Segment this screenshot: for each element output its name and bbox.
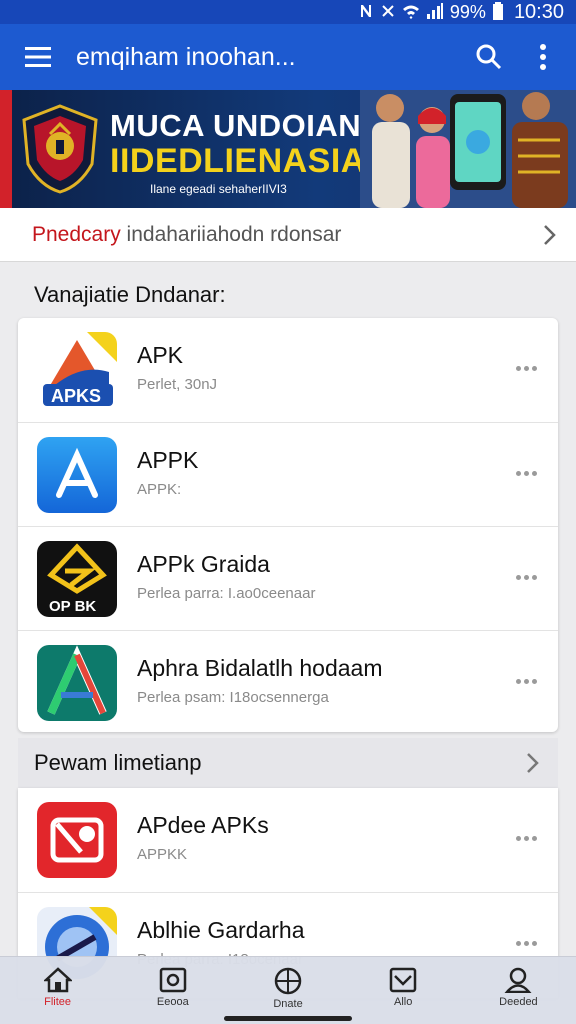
app-subtitle: Perlea parra: I.ao0ceenaar [137,585,316,602]
more-options-button[interactable] [512,463,540,483]
list-item[interactable]: Aphra Bidalatlh hodaam Perlea psam: I18o… [18,630,558,734]
hamburger-icon [25,47,51,67]
promo-row[interactable]: Pnedcary indahariiahodn rdonsar [0,208,576,262]
app-name: APdee APKs [137,812,269,838]
emblem-icon [22,104,98,194]
nav-item-home[interactable]: Flitee [0,957,115,1024]
nav-item-globe[interactable]: Dnate [230,957,345,1024]
app-subtitle: Perlea psam: I18ocsennerga [137,689,329,706]
search-button[interactable] [462,24,516,90]
banner-caption: Ilane egeadi sehaherIIVI3 [150,182,287,196]
app-subtitle: APPKK [137,846,188,863]
battery-percent: 99% [449,1,486,22]
app-name: Ablhie Gardarha [137,917,305,943]
nav-label: Allo [394,996,413,1008]
home-indicator[interactable] [224,1016,352,1021]
nav-item-photo[interactable]: Eeooa [115,957,230,1024]
app-name: APK [137,342,184,368]
more-vertical-icon [540,44,546,70]
svg-text:APKS: APKS [51,386,101,406]
promo-banner[interactable]: MUCA UNDOIAN IIDEDLIENASIA Ilane egeadi … [0,90,576,208]
signal-icon [426,2,444,22]
chevron-right-icon [524,224,576,246]
app-subtitle: APPK: [137,481,182,498]
app-name: APPk Graida [137,551,270,577]
promo-text: Pnedcary indahariiahodn rdonsar [32,223,524,247]
section-header[interactable]: Pewam limetianp [18,738,558,788]
app-store-icon [37,437,117,513]
red-badge-icon [37,802,117,878]
ap-bk-icon: OP BK [37,541,117,617]
mute-icon [380,3,396,22]
battery-icon [492,1,504,23]
banner-subheadline: IIDEDLIENASIA [110,142,366,180]
banner-stripe [0,90,12,208]
globe-icon [274,967,302,995]
nav-item-profile[interactable]: Deeded [461,957,576,1024]
list-item[interactable]: APKS APK Perlet, 30nJ [18,318,558,422]
app-bar: emqiham inoohan... [0,24,576,90]
status-bar: 99% 10:30 [0,0,576,24]
list-item[interactable]: APdee APKs APPKK [18,788,558,892]
promo-text-accent: Pnedcary [32,222,121,246]
nav-item-inbox[interactable]: Allo [346,957,461,1024]
app-title: emqiham inoohan... [76,42,296,71]
more-options-button[interactable] [512,358,540,378]
promo-text-rest: indahariiahodn rdonsar [120,222,342,246]
bottom-navigation: Flitee Eeooa Dnate Allo Deeded [0,956,576,1024]
wifi-icon [402,3,420,22]
nav-label: Deeded [499,996,538,1008]
nav-label: Dnate [273,998,303,1010]
section-title: Vanajiatie Dndanar: [34,282,226,307]
search-icon [476,44,502,70]
photo-icon [159,967,187,993]
apks-icon: APKS [37,332,117,408]
inbox-icon [389,967,417,993]
chevron-right-icon [508,752,558,774]
nfc-icon [358,3,374,22]
banner-headline: MUCA UNDOIAN [110,108,362,143]
more-options-button[interactable] [512,828,540,848]
app-subtitle: Perlet, 30nJ [137,376,218,393]
home-icon [43,967,72,993]
section-title: Pewam limetianp [34,750,202,775]
menu-button[interactable] [0,24,76,90]
svg-text:OP BK: OP BK [49,598,96,615]
app-name: Aphra Bidalatlh hodaam [137,655,383,681]
nav-label: Eeooa [156,996,189,1008]
overflow-menu-button[interactable] [516,24,570,90]
list-item[interactable]: APPK APPK: [18,422,558,526]
nav-label: Flitee [44,996,72,1008]
banner-people-illustration [360,90,576,208]
more-options-button[interactable] [512,933,540,953]
android-a-icon [37,645,117,721]
more-options-button[interactable] [512,671,540,691]
app-list-card: APKS APK Perlet, 30nJ APPK APPK: OP BK A… [18,318,558,732]
list-item[interactable]: OP BK APPk Graida Perlea parra: I.ao0cee… [18,526,558,630]
app-name: APPK [137,447,199,473]
profile-icon [504,967,532,993]
clock: 10:30 [513,0,564,23]
more-options-button[interactable] [512,567,540,587]
